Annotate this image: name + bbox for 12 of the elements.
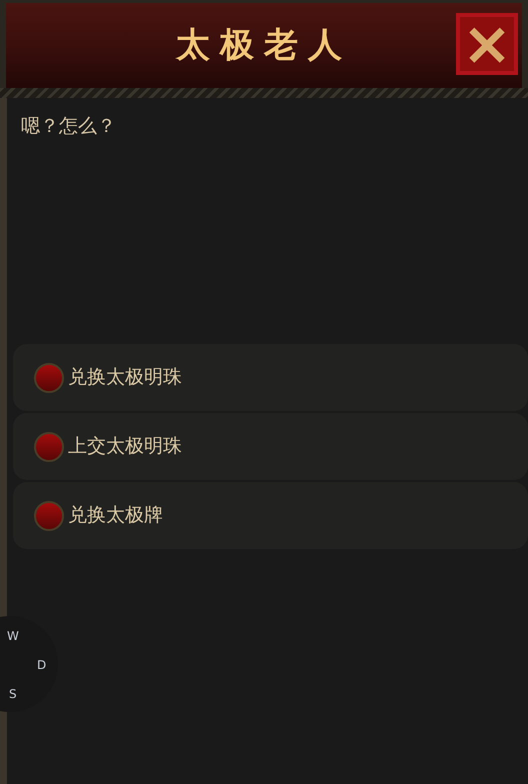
orb-icon	[34, 362, 64, 392]
dialog-option[interactable]: 兑换太极牌	[13, 482, 528, 549]
window-title: 太极老人	[176, 24, 352, 67]
dialog-text: 嗯？怎么？	[20, 114, 117, 139]
orb-icon	[34, 500, 64, 530]
dialog-option[interactable]: 兑换太极明珠	[13, 344, 528, 411]
key-label: D	[37, 657, 46, 674]
close-button[interactable]: ×	[456, 13, 518, 75]
dialog-option[interactable]: 上交太极明珠	[13, 413, 528, 480]
key-label: S	[9, 686, 17, 703]
key-label: W	[7, 628, 19, 645]
orb-icon	[34, 432, 64, 462]
